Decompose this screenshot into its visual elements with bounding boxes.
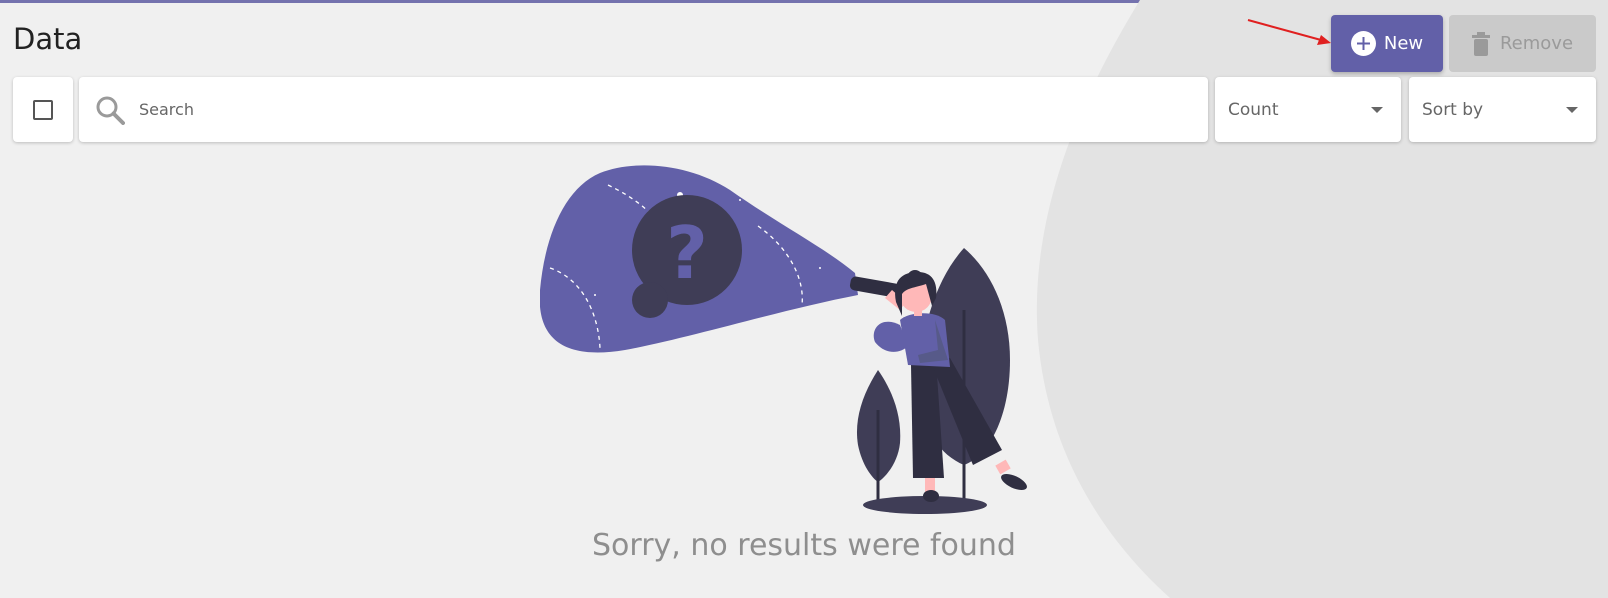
empty-state-message: Sorry, no results were found bbox=[592, 528, 1016, 563]
sort-select[interactable]: Sort by bbox=[1409, 77, 1596, 142]
caret-down-icon bbox=[1566, 106, 1578, 113]
search-input[interactable] bbox=[139, 89, 1139, 130]
select-all-checkbox[interactable] bbox=[33, 99, 53, 120]
count-select-label: Count bbox=[1228, 99, 1279, 120]
empty-state-illustration: ? bbox=[540, 165, 1027, 514]
search-icon bbox=[96, 96, 125, 125]
caret-down-icon bbox=[1371, 106, 1383, 113]
sort-select-label: Sort by bbox=[1422, 99, 1484, 120]
app-window: Data New Remove Count bbox=[0, 0, 1608, 598]
remove-button-label: Remove bbox=[1499, 33, 1574, 54]
plus-circle-icon bbox=[1350, 31, 1376, 56]
trash-icon bbox=[1471, 31, 1490, 56]
remove-button[interactable]: Remove bbox=[1449, 15, 1596, 72]
new-button[interactable]: New bbox=[1331, 15, 1443, 72]
select-all-card bbox=[13, 77, 73, 142]
annotation-arrow-icon bbox=[1247, 19, 1331, 45]
svg-text:?: ? bbox=[666, 211, 708, 295]
search-card bbox=[79, 77, 1208, 142]
new-button-label: New bbox=[1383, 33, 1424, 54]
page-title: Data bbox=[13, 22, 83, 56]
count-select[interactable]: Count bbox=[1215, 77, 1401, 142]
